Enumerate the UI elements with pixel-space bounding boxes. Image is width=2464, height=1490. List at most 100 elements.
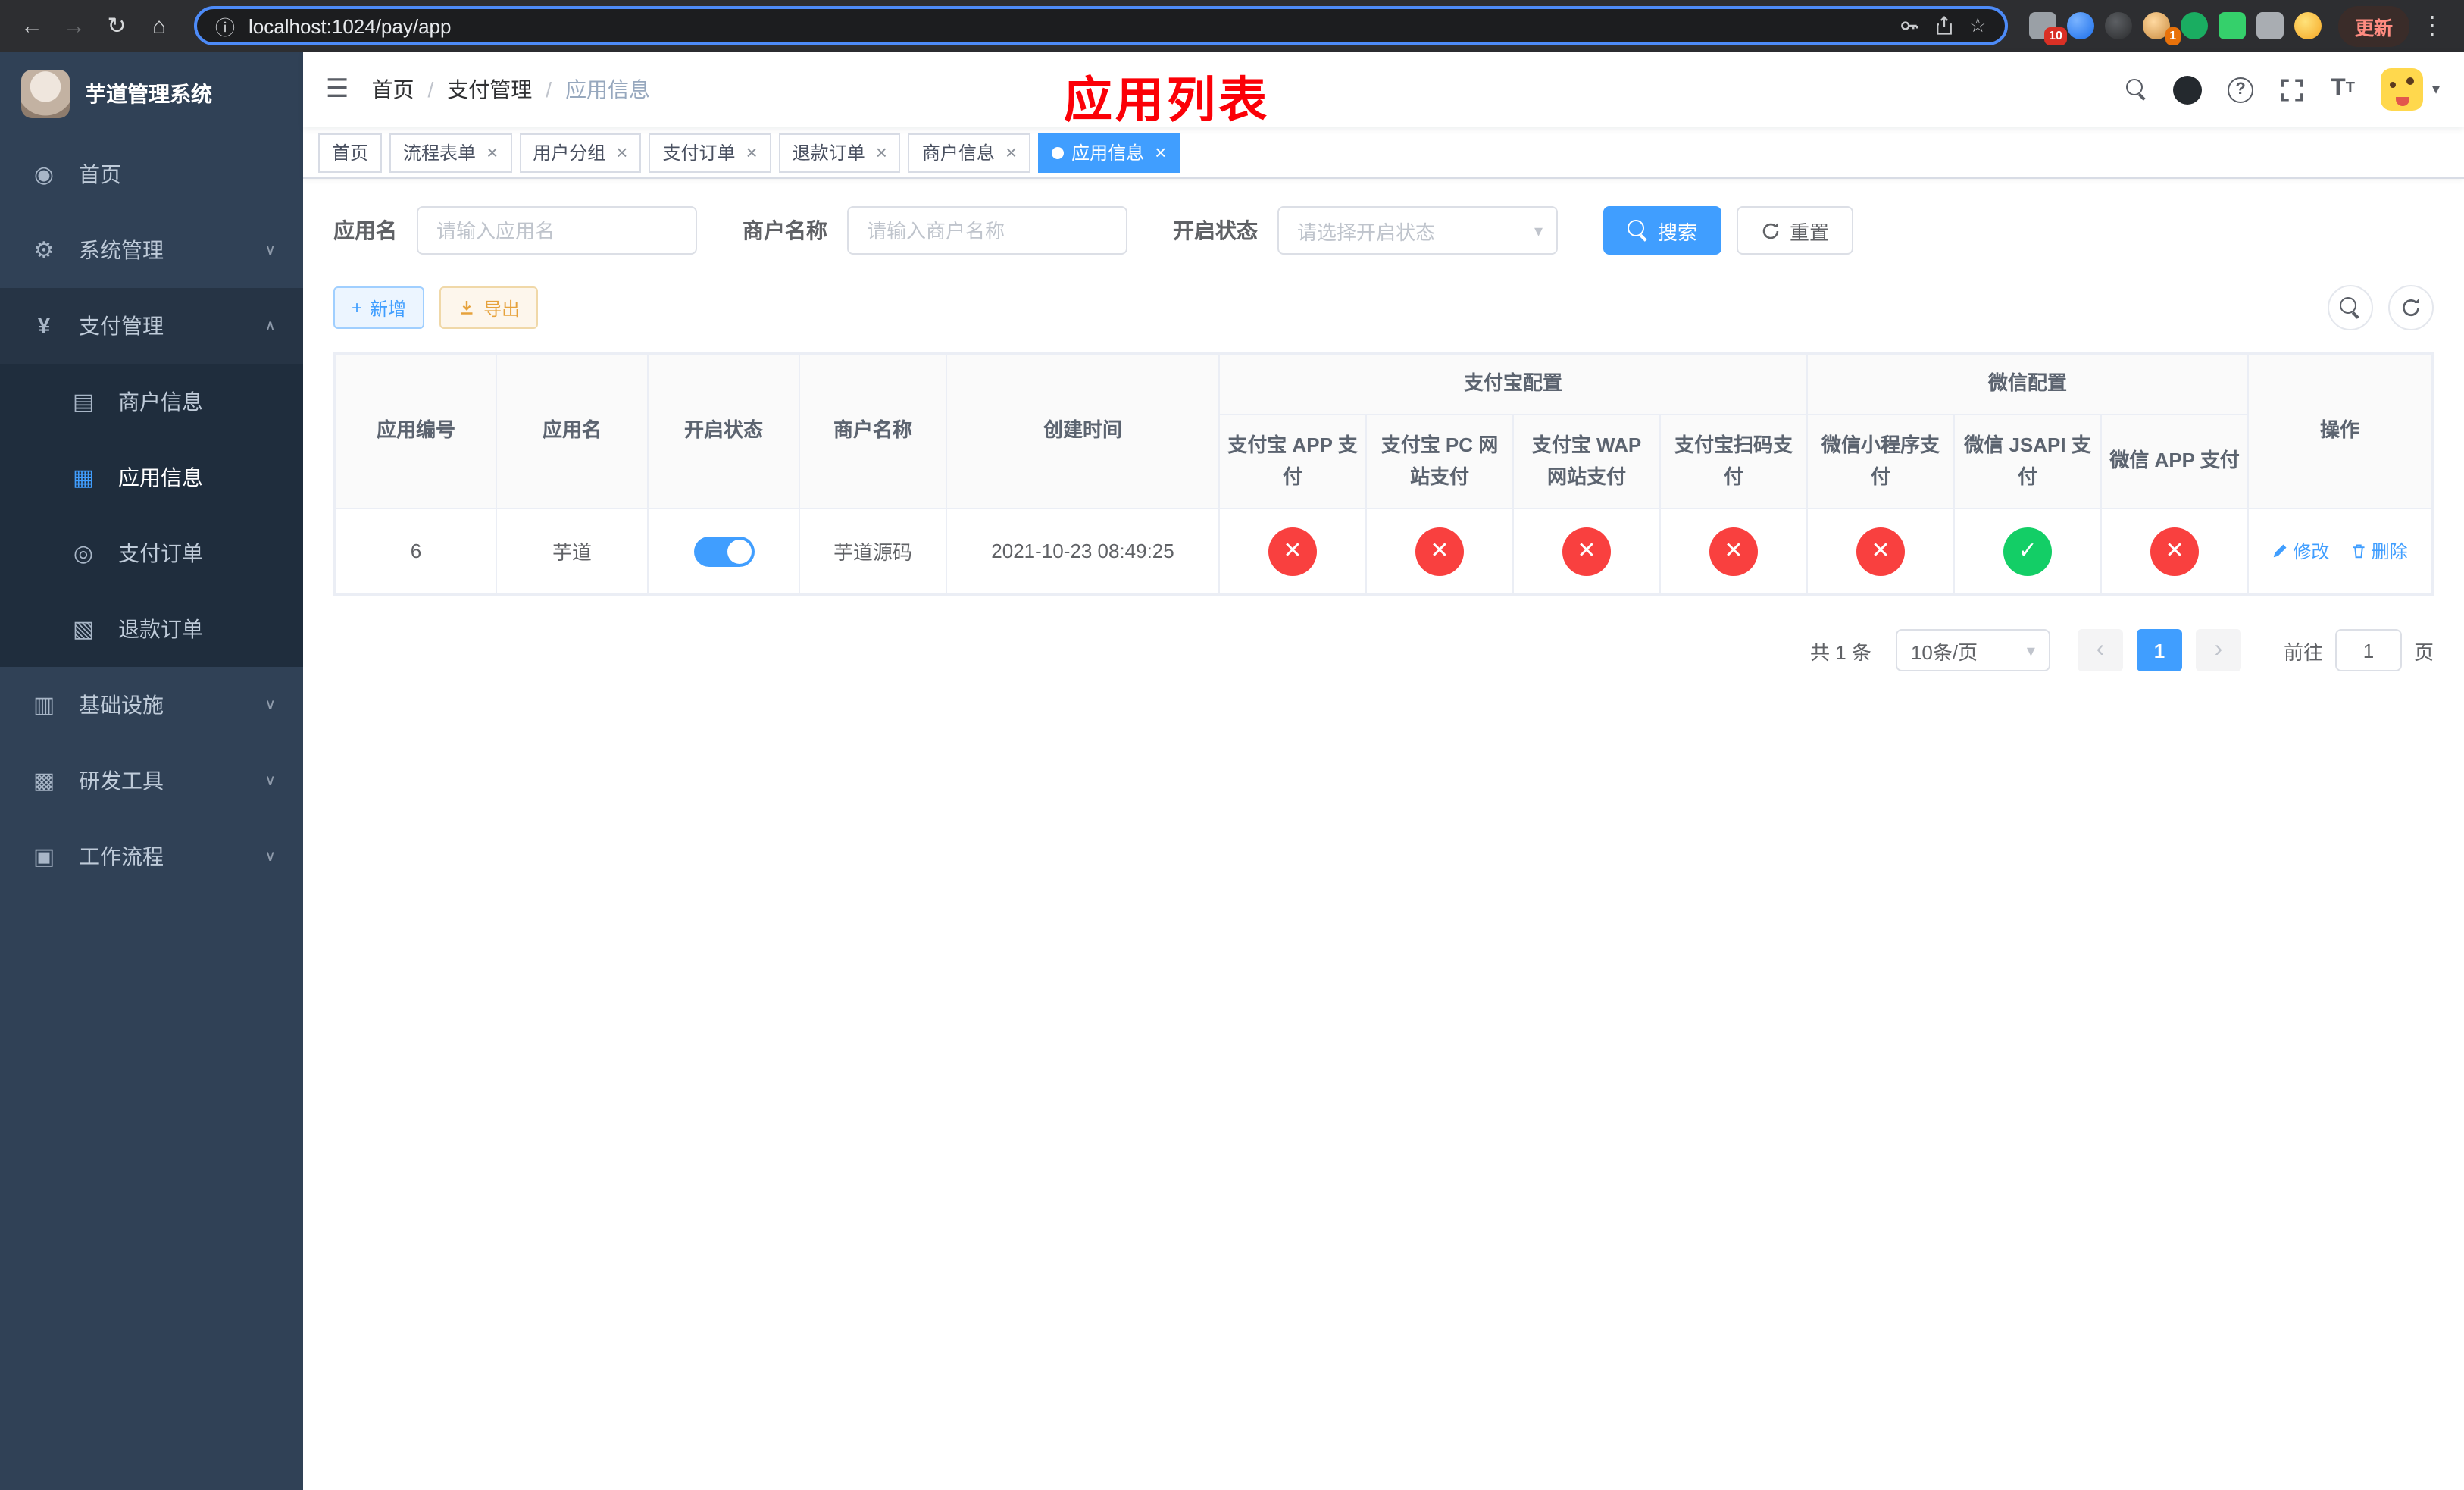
- home-icon[interactable]: ⌂: [139, 6, 179, 45]
- close-icon[interactable]: ×: [746, 142, 758, 162]
- browser-menu-icon[interactable]: ⋮: [2412, 11, 2452, 41]
- app-table: 应用编号 应用名 开启状态 商户名称 创建时间 支付宝配置 微信配置 操作 支付…: [333, 352, 2434, 596]
- tab-pay-order[interactable]: 支付订单 ×: [649, 133, 771, 172]
- page-info-icon[interactable]: ⓘ: [215, 11, 235, 40]
- search-button[interactable]: 搜索: [1603, 206, 1722, 255]
- table-toolbar: + 新增 导出: [333, 285, 2434, 330]
- cell-merchant: 芋道源码: [799, 508, 947, 594]
- sidebar-item-label: 研发工具: [79, 768, 164, 793]
- breadcrumb-home[interactable]: 首页: [372, 74, 414, 105]
- col-status: 开启状态: [647, 353, 800, 509]
- user-menu[interactable]: ▾: [2380, 68, 2440, 111]
- extension-chat-icon[interactable]: [2218, 12, 2246, 39]
- url-bar[interactable]: ⓘ localhost:1024/pay/app ☆: [194, 6, 2008, 45]
- extension-dark-icon[interactable]: [2104, 12, 2132, 39]
- back-icon[interactable]: ←: [12, 6, 52, 45]
- toggle-search-button[interactable]: [2328, 285, 2373, 330]
- search-icon: [1628, 220, 1649, 241]
- main-area: ☰ 首页 / 支付管理 / 应用信息 应用列表 ? TT ▾ 首页 流程表单 ×…: [303, 52, 2464, 1490]
- reset-button[interactable]: 重置: [1737, 206, 1854, 255]
- config-status-icon: ✕: [1562, 527, 1611, 575]
- cell-actions: 修改 删除: [2247, 508, 2432, 594]
- app-name-input[interactable]: [417, 206, 697, 255]
- prev-page-button[interactable]: ‹: [2077, 629, 2123, 671]
- reload-icon[interactable]: ↻: [97, 6, 136, 45]
- tab-merchant-info[interactable]: 商户信息 ×: [908, 133, 1031, 172]
- extension-puzzle-icon[interactable]: 10: [2028, 12, 2067, 45]
- close-icon[interactable]: ×: [1155, 142, 1166, 162]
- refresh-table-button[interactable]: [2388, 285, 2434, 330]
- app-title: 芋道管理系统: [85, 82, 212, 106]
- extension-drop-icon[interactable]: [2066, 12, 2094, 39]
- dashboard-icon: ◉: [33, 162, 55, 188]
- sidebar-item-payment[interactable]: ¥ 支付管理 ∧: [0, 288, 303, 364]
- chevron-down-icon: ∨: [264, 848, 276, 865]
- breadcrumb-separator: /: [427, 77, 434, 102]
- sidebar-item-refund-order[interactable]: ▧ 退款订单: [0, 591, 303, 667]
- sidebar-item-pay-order[interactable]: ◎ 支付订单: [0, 515, 303, 591]
- status-select[interactable]: 请选择开启状态 ▾: [1277, 206, 1558, 255]
- github-icon[interactable]: [2173, 75, 2203, 104]
- tab-home[interactable]: 首页: [318, 133, 383, 172]
- yen-icon: ¥: [37, 313, 51, 339]
- payment-submenu: ▤ 商户信息 ▦ 应用信息 ◎ 支付订单 ▧ 退款订单: [0, 364, 303, 667]
- sidebar-item-system[interactable]: ⚙ 系统管理 ∨: [0, 212, 303, 288]
- page-size-select[interactable]: 10条/页 ▾: [1895, 629, 2050, 671]
- next-page-button[interactable]: ›: [2195, 629, 2241, 671]
- search-icon[interactable]: [2126, 79, 2147, 100]
- delete-button[interactable]: 删除: [2350, 538, 2408, 564]
- close-icon[interactable]: ×: [876, 142, 887, 162]
- col-wechat-app: 微信 APP 支付: [2100, 414, 2250, 509]
- extension-emoji-icon[interactable]: [2294, 12, 2322, 39]
- sidebar-item-infra[interactable]: ▥ 基础设施 ∨: [0, 667, 303, 743]
- monitor-icon: ▥: [33, 693, 55, 718]
- help-icon[interactable]: ?: [2228, 77, 2254, 102]
- sidebar-item-devtools[interactable]: ▩ 研发工具 ∨: [0, 743, 303, 819]
- col-app-name: 应用名: [496, 353, 649, 509]
- breadcrumb-payment[interactable]: 支付管理: [447, 74, 532, 105]
- col-group-wechat: 微信配置: [1806, 353, 2250, 415]
- chevron-up-icon: ∧: [264, 318, 276, 334]
- close-icon[interactable]: ×: [616, 142, 627, 162]
- hamburger-icon[interactable]: ☰: [303, 74, 372, 105]
- sidebar-item-merchant-info[interactable]: ▤ 商户信息: [0, 364, 303, 440]
- merchant-name-input[interactable]: [847, 206, 1127, 255]
- extension-puzzle2-icon[interactable]: [2256, 12, 2284, 39]
- tab-process-form[interactable]: 流程表单 ×: [389, 133, 512, 172]
- sidebar-item-label: 支付管理: [79, 314, 164, 338]
- close-icon[interactable]: ×: [1005, 142, 1017, 162]
- bookmark-star-icon[interactable]: ☆: [1969, 14, 1987, 38]
- cell-created: 2021-10-23 08:49:25: [946, 508, 1220, 594]
- app-name-label: 应用名: [333, 218, 397, 243]
- chrome-update-button[interactable]: 更新: [2337, 5, 2409, 46]
- sidebar-item-app-info[interactable]: ▦ 应用信息: [0, 440, 303, 515]
- goto-page-input[interactable]: [2334, 629, 2402, 671]
- tab-user-group[interactable]: 用户分组 ×: [519, 133, 642, 172]
- sidebar-item-workflow[interactable]: ▣ 工作流程 ∨: [0, 819, 303, 894]
- edit-button[interactable]: 修改: [2272, 538, 2329, 564]
- tab-app-info[interactable]: 应用信息 ×: [1038, 133, 1180, 172]
- config-status-icon: ✓: [2003, 527, 2053, 575]
- config-status-icon: ✕: [1415, 527, 1464, 575]
- close-icon[interactable]: ×: [486, 142, 498, 162]
- fullscreen-icon[interactable]: [2279, 77, 2305, 102]
- col-alipay-wap: 支付宝 WAP 网站支付: [1512, 414, 1661, 509]
- extensions-area: 10 1: [2023, 12, 2328, 45]
- col-alipay-app: 支付宝 APP 支付: [1218, 414, 1367, 509]
- status-toggle[interactable]: [693, 536, 754, 566]
- sidebar-item-home[interactable]: ◉ 首页: [0, 136, 303, 212]
- forward-icon[interactable]: →: [55, 6, 94, 45]
- filter-form: 应用名 商户名称 开启状态 请选择开启状态 ▾ 搜索: [333, 206, 2434, 255]
- active-dot: [1052, 146, 1065, 158]
- extension-green-check-icon[interactable]: [2180, 12, 2208, 39]
- password-key-icon[interactable]: [1900, 15, 1921, 36]
- breadcrumb-separator: /: [546, 77, 552, 102]
- add-button[interactable]: + 新增: [333, 286, 425, 329]
- page-number[interactable]: 1: [2136, 629, 2182, 671]
- export-button[interactable]: 导出: [439, 286, 539, 329]
- grid-icon: ▦: [72, 465, 95, 491]
- font-size-icon[interactable]: TT: [2331, 77, 2355, 102]
- share-icon[interactable]: [1934, 15, 1956, 36]
- extension-avatar-icon[interactable]: 1: [2142, 12, 2181, 45]
- tab-refund-order[interactable]: 退款订单 ×: [778, 133, 901, 172]
